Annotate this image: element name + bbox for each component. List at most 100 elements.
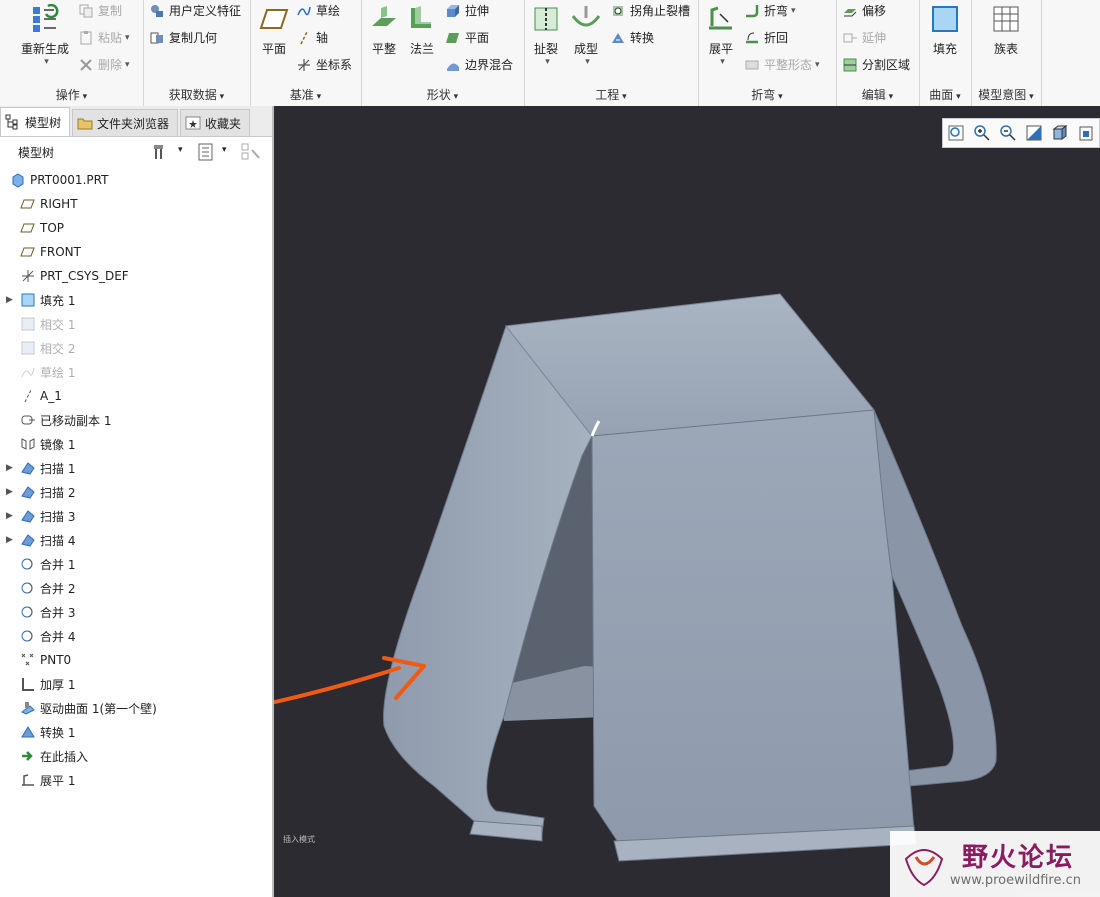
- group-label-bend[interactable]: 折弯: [698, 86, 836, 103]
- corner-relief-icon: [613, 5, 623, 16]
- settings-dropdown-icon[interactable]: ▾: [178, 145, 183, 155]
- family-table-button[interactable]: 族表: [985, 4, 1027, 57]
- tree-item[interactable]: ▶ 扫描 2: [0, 480, 272, 504]
- extrude-button[interactable]: 拉伸: [445, 2, 489, 19]
- intersect-icon: [21, 317, 35, 331]
- form-button[interactable]: 成型 ▾: [568, 4, 604, 67]
- tree-item[interactable]: ▶ 填充 1: [0, 288, 272, 312]
- copy-geometry-button[interactable]: 复制几何: [149, 29, 217, 46]
- group-label-shape[interactable]: 形状: [361, 86, 524, 103]
- tree-item[interactable]: 合并 3: [0, 600, 272, 624]
- fill-button[interactable]: 填充: [926, 4, 964, 57]
- flange-button[interactable]: 法兰: [405, 4, 439, 57]
- udf-button[interactable]: 用户定义特征: [149, 2, 241, 19]
- csys-button[interactable]: 坐标系: [296, 56, 352, 73]
- sketch-icon: [297, 6, 311, 15]
- tree-item[interactable]: FRONT: [0, 240, 272, 264]
- convert-button[interactable]: 转换: [610, 29, 654, 46]
- tree-item[interactable]: 在此插入: [0, 744, 272, 768]
- copy-button[interactable]: 复制: [78, 2, 122, 19]
- flat-wall-button[interactable]: 平整: [367, 4, 401, 57]
- tree-item[interactable]: ▶ 扫描 4: [0, 528, 272, 552]
- regenerate-button[interactable]: 重新生成 ▾: [14, 3, 76, 67]
- tree-item-label: PNT0: [40, 653, 72, 667]
- tree-item[interactable]: TOP: [0, 216, 272, 240]
- bend-back-button[interactable]: 折回: [744, 29, 788, 46]
- planar-button[interactable]: 平面: [445, 29, 489, 46]
- tree-item[interactable]: 已移动副本 1: [0, 408, 272, 432]
- tree-item-label: 扫描 3: [40, 509, 76, 524]
- tree-item-label: 扫描 4: [40, 533, 76, 548]
- expand-arrow-icon[interactable]: ▶: [6, 295, 16, 305]
- tree-item-label: PRT0001.PRT: [30, 173, 109, 187]
- corner-relief-button[interactable]: 拐角止裂槽: [610, 2, 690, 19]
- expand-arrow-icon[interactable]: ▶: [6, 463, 16, 473]
- tree-item[interactable]: 镜像 1: [0, 432, 272, 456]
- group-label-operations[interactable]: 操作: [0, 86, 143, 103]
- tree-item[interactable]: PRT_CSYS_DEF: [0, 264, 272, 288]
- delete-button[interactable]: 删除 ▾: [78, 56, 130, 73]
- split-area-button[interactable]: 分割区域: [842, 56, 910, 73]
- show-options-icon[interactable]: [196, 142, 216, 162]
- bend-button[interactable]: 折弯 ▾: [744, 2, 796, 19]
- tree-item[interactable]: ▶ 扫描 1: [0, 456, 272, 480]
- group-label-engineering[interactable]: 工程: [524, 86, 698, 103]
- graphics-viewport[interactable]: 3 插入模式 野火论坛 www.proewildfire.cn: [274, 106, 1100, 897]
- tab-favorites[interactable]: 收藏夹: [180, 109, 251, 136]
- tab-folder-browser[interactable]: 文件夹浏览器: [72, 109, 179, 136]
- datum-plane-button[interactable]: 平面: [256, 4, 292, 57]
- planar-icon: [446, 32, 459, 43]
- group-label-surface[interactable]: 曲面: [919, 86, 971, 103]
- tree-item-label: 已移动副本 1: [40, 413, 112, 428]
- show-dropdown-icon[interactable]: ▾: [222, 145, 227, 155]
- tree-item-label: 合并 4: [40, 629, 76, 644]
- tree-item[interactable]: 展平 1: [0, 768, 272, 792]
- boundary-blend-button[interactable]: 边界混合: [445, 56, 513, 73]
- rip-button[interactable]: 扯裂 ▾: [528, 4, 564, 67]
- tree-item[interactable]: 合并 2: [0, 576, 272, 600]
- settings-tools-icon[interactable]: [152, 142, 172, 162]
- expand-arrow-icon[interactable]: ▶: [6, 511, 16, 521]
- paste-button[interactable]: 粘贴 ▾: [78, 29, 130, 46]
- tree-item[interactable]: 相交 1: [0, 312, 272, 336]
- tree-item[interactable]: 相交 2: [0, 336, 272, 360]
- tree-item[interactable]: A_1: [0, 384, 272, 408]
- form-icon: [571, 6, 601, 27]
- tree-item[interactable]: PRT0001.PRT: [0, 168, 272, 192]
- offset-button[interactable]: 偏移: [842, 2, 886, 19]
- group-label-getdata[interactable]: 获取数据: [143, 86, 250, 103]
- expand-arrow-icon[interactable]: ▶: [6, 487, 16, 497]
- tree-item[interactable]: ▶ 扫描 3: [0, 504, 272, 528]
- flat-pattern-button[interactable]: 平整形态 ▾: [744, 56, 820, 73]
- tree-item[interactable]: PNT0: [0, 648, 272, 672]
- extend-button[interactable]: 延伸: [842, 29, 886, 46]
- tree-item[interactable]: 合并 1: [0, 552, 272, 576]
- expand-arrow-icon[interactable]: ▶: [6, 535, 16, 545]
- paste-icon: [80, 30, 92, 44]
- group-label-datum[interactable]: 基准: [250, 86, 361, 103]
- group-label-edit[interactable]: 编辑: [836, 86, 919, 103]
- udf-icon: [151, 4, 163, 17]
- group-datum: 平面 草绘 轴 坐标系 基准: [250, 0, 362, 106]
- offset-icon: [844, 8, 857, 16]
- tree-item[interactable]: RIGHT: [0, 192, 272, 216]
- tab-model-tree[interactable]: 模型树: [0, 107, 71, 136]
- tree-item[interactable]: 加厚 1: [0, 672, 272, 696]
- unbend-button[interactable]: 展平 ▾: [702, 4, 740, 67]
- tree-item-label: 填充 1: [40, 293, 76, 308]
- tree-item[interactable]: 合并 4: [0, 624, 272, 648]
- group-label-model-intent[interactable]: 模型意图: [971, 86, 1041, 103]
- axis-icon: [24, 389, 32, 403]
- plane-icon: [259, 9, 289, 29]
- tree-item[interactable]: 草绘 1: [0, 360, 272, 384]
- tree-item[interactable]: 转换 1: [0, 720, 272, 744]
- sketch-button[interactable]: 草绘: [296, 2, 340, 19]
- tree-item-label: RIGHT: [40, 197, 78, 211]
- filter-icon[interactable]: [240, 142, 262, 162]
- mode-indicator: 插入模式: [283, 835, 315, 844]
- tree-item[interactable]: 驱动曲面 1(第一个壁): [0, 696, 272, 720]
- bend-icon: [746, 4, 759, 17]
- axis-button[interactable]: 轴: [296, 29, 328, 46]
- group-edit: 偏移 延伸 分割区域 编辑: [836, 0, 920, 106]
- fill-icon: [21, 293, 35, 307]
